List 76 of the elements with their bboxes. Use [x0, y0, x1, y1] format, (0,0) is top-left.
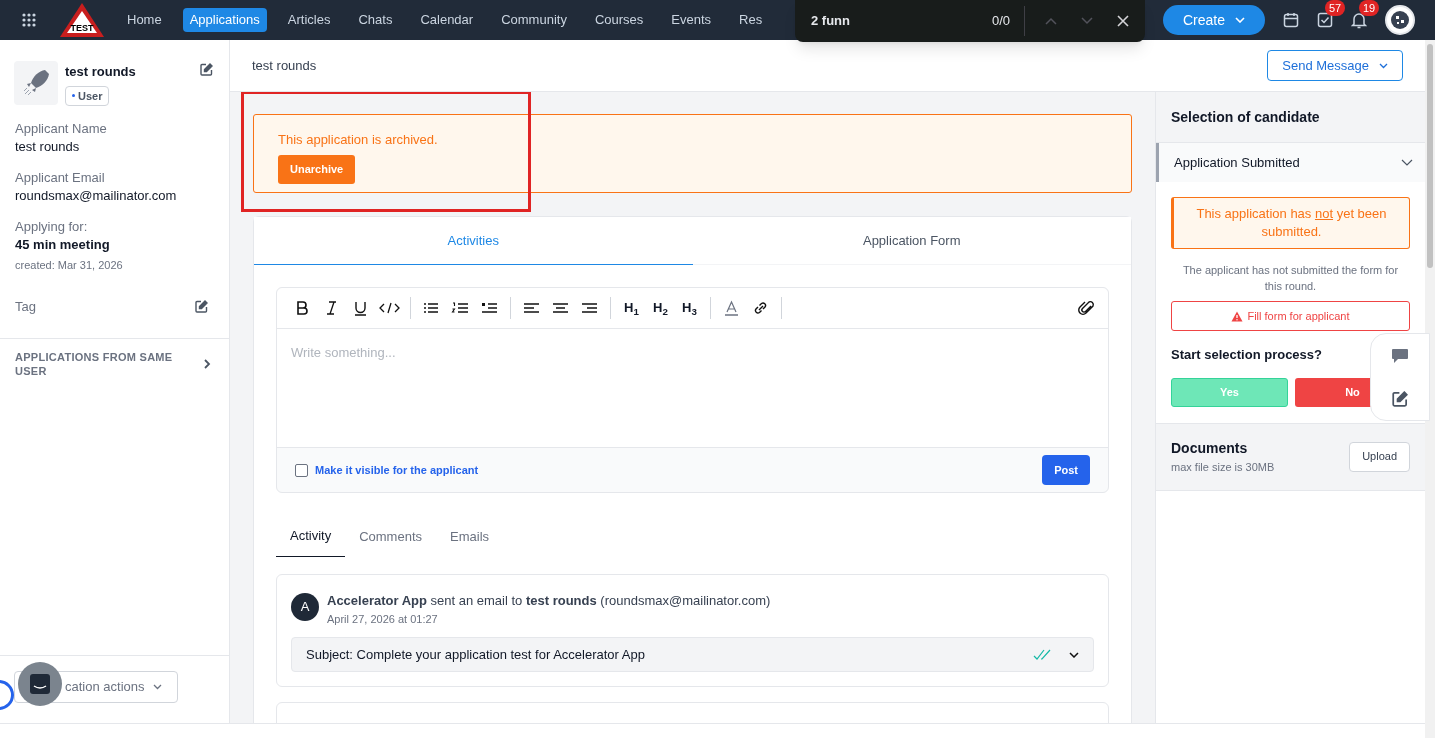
- chevron-down-icon: [1401, 159, 1413, 166]
- nav-tab[interactable]: Res: [732, 8, 770, 32]
- documents-title: Documents: [1171, 438, 1249, 458]
- post-button[interactable]: Post: [1042, 455, 1090, 485]
- avatar: A: [291, 593, 319, 621]
- stage-dropdown[interactable]: Application Submitted: [1156, 143, 1425, 182]
- file-size-note: max file size is 30MB: [1171, 459, 1275, 475]
- apps-grid-icon[interactable]: [22, 13, 36, 27]
- calendar-icon[interactable]: [1283, 12, 1299, 28]
- upload-button[interactable]: Upload: [1349, 441, 1410, 472]
- double-check-icon: [1033, 648, 1053, 661]
- activity-tab[interactable]: Comments: [345, 516, 437, 557]
- visible-checkbox[interactable]: [295, 463, 308, 477]
- nav-tab[interactable]: Community: [494, 8, 574, 32]
- task-checkbox-icon[interactable]: [1317, 12, 1333, 28]
- chevron-right-icon: [204, 358, 211, 369]
- chevron-down-icon[interactable]: [1069, 651, 1079, 658]
- avatar-icon[interactable]: [1385, 5, 1415, 35]
- rocket-icon: [14, 61, 58, 105]
- user-name: test rounds: [65, 63, 136, 81]
- nav-tab[interactable]: Home: [120, 8, 169, 32]
- field-label: Applicant Email: [15, 168, 106, 187]
- activity-tab[interactable]: Emails: [436, 516, 504, 557]
- heading-button[interactable]: H$_{2}$: [649, 298, 672, 318]
- edit-icon[interactable]: [200, 63, 213, 76]
- close-icon[interactable]: [1117, 15, 1129, 27]
- heading-button[interactable]: H$_{1}$: [620, 298, 643, 318]
- selection-question: Start selection process?: [1171, 346, 1322, 364]
- nav-tab[interactable]: Events: [664, 8, 719, 32]
- edit-icon[interactable]: [1392, 390, 1408, 407]
- field-value: roundsmax@mailinator.com: [15, 186, 178, 205]
- fill-form-button[interactable]: Fill form for applicant: [1171, 301, 1410, 331]
- caret-icon: [1379, 62, 1388, 69]
- field-label: Applicant Name: [15, 119, 108, 138]
- field-value: 45 min meeting: [15, 235, 111, 254]
- tab[interactable]: Application Form: [692, 217, 1131, 265]
- scrollbar-thumb[interactable]: [1427, 44, 1433, 268]
- page-title: test rounds: [252, 56, 317, 75]
- count-badge: 57: [1325, 0, 1346, 16]
- nav-tab[interactable]: Courses: [587, 8, 651, 32]
- role-badge: User: [65, 85, 110, 106]
- bell-icon[interactable]: [1351, 11, 1367, 29]
- code-icon[interactable]: [378, 300, 401, 316]
- tab[interactable]: Activities: [254, 217, 693, 265]
- field-value: test rounds: [15, 137, 81, 156]
- form-status-note: The applicant has not submitted the form for this round.: [1181, 263, 1400, 294]
- caret-icon: [1235, 17, 1245, 23]
- warning-icon: [1231, 310, 1244, 322]
- tag-label: Tag: [15, 298, 36, 316]
- nav-tab[interactable]: Applications: [182, 8, 267, 32]
- match-count: 0/0: [991, 12, 1010, 31]
- visible-checkbox-label[interactable]: Make it visible for the applicant: [315, 461, 479, 479]
- create-button[interactable]: Create: [1162, 5, 1265, 35]
- archived-message: This application is archived.: [278, 131, 439, 149]
- heading-button[interactable]: H$_{3}$: [678, 298, 701, 318]
- send-message-button[interactable]: Send Message: [1267, 50, 1403, 81]
- caret-icon: [152, 684, 162, 690]
- nav-tab[interactable]: Chats: [351, 8, 400, 32]
- count-badge: 19: [1359, 0, 1380, 16]
- find-query-text[interactable]: 2 funn: [811, 11, 850, 31]
- field-label: Applying for:: [15, 217, 89, 236]
- email-subject-row[interactable]: Subject: Complete your application test for Accelerator App: [291, 637, 1094, 672]
- activity-tab[interactable]: Activity: [276, 516, 346, 557]
- created-date: created: Mar 31, 2026: [15, 257, 124, 273]
- logo[interactable]: TEST: [58, 1, 106, 39]
- edit-icon[interactable]: [195, 300, 208, 314]
- not-submitted-warning: This application has not yet been submitted.: [1171, 197, 1410, 249]
- activity-text: Accelerator App sent an email to test rounds (roundsmax@mailinator.com): [327, 592, 771, 610]
- chat-launcher-icon[interactable]: [18, 662, 62, 706]
- nav-tab[interactable]: Articles: [280, 8, 338, 32]
- panel-title: Selection of candidate: [1171, 107, 1320, 127]
- activity-time: April 27, 2026 at 01:27: [327, 611, 439, 627]
- comment-icon[interactable]: [1391, 347, 1409, 364]
- paperclip-icon[interactable]: [1078, 299, 1096, 317]
- nav-tab[interactable]: Calendar: [413, 8, 481, 32]
- same-user-link[interactable]: APPLICATIONS FROM SAME USER: [0, 337, 229, 378]
